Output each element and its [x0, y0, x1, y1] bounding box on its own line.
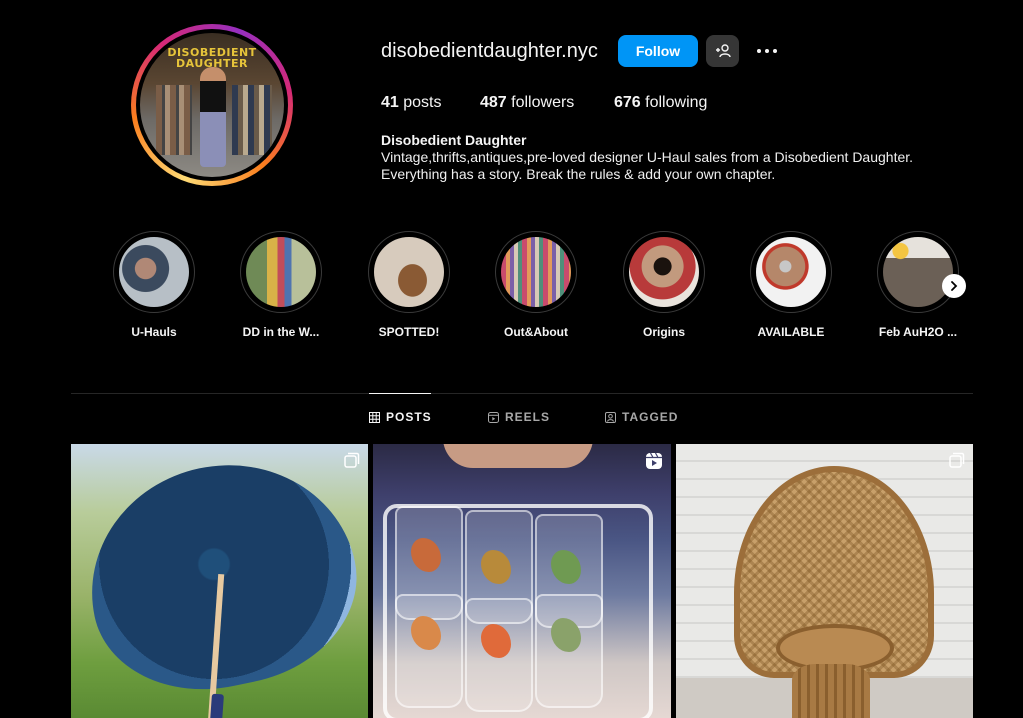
- following-stat[interactable]: 676 following: [614, 94, 707, 112]
- tab-reels[interactable]: REELS: [488, 410, 550, 424]
- avatar-sign-text: DISOBEDIENT DAUGHTER: [167, 46, 257, 70]
- highlight-ring: [113, 231, 195, 313]
- highlight-cover: [629, 237, 699, 307]
- posts-count: 41: [381, 94, 399, 111]
- avatar-clothing-rack: [232, 85, 272, 155]
- profile-avatar: DISOBEDIENT DAUGHTER: [140, 33, 284, 177]
- tab-label: POSTS: [386, 410, 432, 424]
- highlight-cover: [883, 237, 953, 307]
- dot-icon: [773, 49, 777, 53]
- highlight-ring: [623, 231, 705, 313]
- glass: [535, 594, 603, 708]
- more-options-button[interactable]: [752, 37, 782, 65]
- highlight-u-hauls[interactable]: U-Hauls: [112, 231, 196, 339]
- highlight-available[interactable]: AVAILABLE: [749, 231, 833, 339]
- highlight-cover: [374, 237, 444, 307]
- highlight-label: SPOTTED!: [378, 325, 440, 339]
- bio-name: Disobedient Daughter: [381, 132, 527, 148]
- tab-tagged[interactable]: TAGGED: [605, 410, 678, 424]
- chevron-right-icon: [951, 281, 958, 291]
- glass-decoration: [481, 624, 511, 658]
- highlight-ring: [750, 231, 832, 313]
- post-tile-chair[interactable]: [676, 444, 973, 718]
- tab-label: REELS: [505, 410, 551, 424]
- bio-line-1: Vintage,thrifts,antiques,pre-loved desig…: [381, 149, 914, 165]
- highlight-label: U-Hauls: [131, 325, 177, 339]
- tagged-icon: [605, 411, 616, 423]
- avatar-clothing-rack: [156, 85, 192, 155]
- posts-count-stat: 41 posts: [381, 94, 442, 112]
- highlight-spotted[interactable]: SPOTTED!: [367, 231, 451, 339]
- profile-username: disobedientdaughter.nyc: [381, 40, 598, 62]
- carousel-icon: [344, 452, 360, 468]
- followers-stat[interactable]: 487 followers: [480, 94, 574, 112]
- highlight-ring: [240, 231, 322, 313]
- post-image-hand: [443, 444, 593, 468]
- highlight-label: DD in the W...: [242, 325, 320, 339]
- tabs-divider: [71, 393, 973, 394]
- glass-decoration: [481, 550, 511, 584]
- highlight-ring: [877, 231, 959, 313]
- highlight-dd-in-the-w[interactable]: DD in the W...: [239, 231, 323, 339]
- chair-base: [792, 664, 870, 718]
- posts-label: posts: [403, 94, 442, 111]
- dot-icon: [757, 49, 761, 53]
- glass-decoration: [411, 538, 441, 572]
- carousel-icon: [949, 452, 965, 468]
- highlight-ring: [368, 231, 450, 313]
- post-tile-glasses[interactable]: [373, 444, 671, 718]
- suggested-users-button[interactable]: [706, 35, 739, 67]
- avatar-border: DISOBEDIENT DAUGHTER: [136, 29, 288, 181]
- following-count: 676: [614, 94, 641, 111]
- highlight-origins[interactable]: Origins: [622, 231, 706, 339]
- glass: [465, 598, 533, 712]
- glass-decoration: [551, 550, 581, 584]
- highlight-out-and-about[interactable]: Out&About: [494, 231, 578, 339]
- umbrella-handle: [210, 693, 224, 718]
- tab-posts[interactable]: POSTS: [369, 410, 432, 424]
- followers-label: followers: [511, 94, 575, 111]
- following-label: following: [645, 94, 708, 111]
- add-user-icon: [715, 44, 731, 58]
- followers-count: 487: [480, 94, 507, 111]
- bio-line-2: Everything has a story. Break the rules …: [381, 166, 776, 182]
- highlight-cover: [246, 237, 316, 307]
- tab-label: TAGGED: [622, 410, 679, 424]
- reel-icon: [646, 452, 662, 469]
- active-tab-indicator: [369, 393, 431, 394]
- highlight-label: Out&About: [504, 325, 568, 339]
- highlight-label: Feb AuH2O ...: [878, 325, 958, 339]
- grid-icon: [369, 411, 380, 423]
- highlight-label: AVAILABLE: [757, 325, 825, 339]
- glass: [395, 594, 463, 708]
- highlight-cover: [119, 237, 189, 307]
- glass-decoration: [551, 618, 581, 652]
- highlights-next-button[interactable]: [942, 274, 966, 298]
- avatar-person: [200, 67, 226, 167]
- highlight-ring: [495, 231, 577, 313]
- follow-button[interactable]: Follow: [618, 35, 698, 67]
- highlight-cover: [756, 237, 826, 307]
- highlight-cover: [501, 237, 571, 307]
- reels-icon: [488, 411, 499, 423]
- post-tile-umbrella[interactable]: [71, 444, 368, 718]
- highlight-label: Origins: [642, 325, 685, 339]
- glass-decoration: [411, 616, 441, 650]
- profile-avatar-ring[interactable]: DISOBEDIENT DAUGHTER: [131, 24, 293, 186]
- dot-icon: [765, 49, 769, 53]
